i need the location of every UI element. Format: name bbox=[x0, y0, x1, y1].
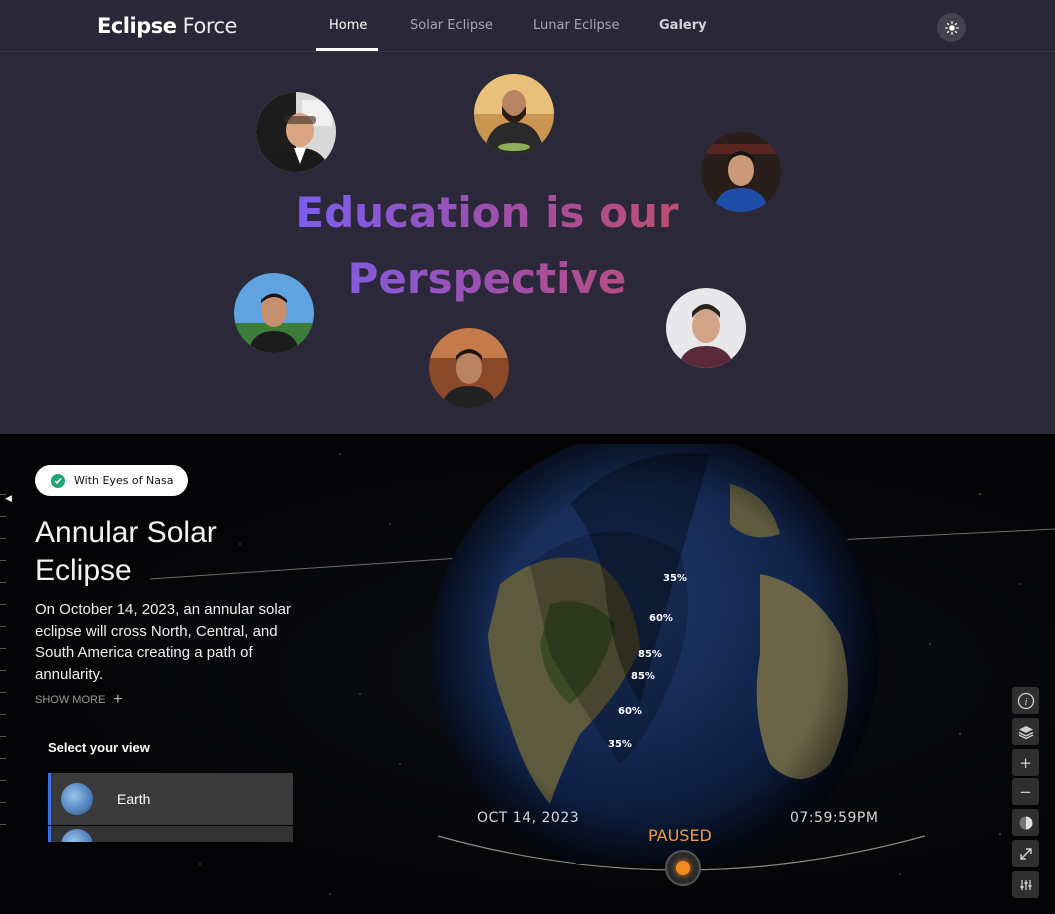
contour-label: 85% bbox=[638, 649, 662, 660]
zoom-in-button[interactable]: + bbox=[1012, 749, 1039, 776]
select-view-heading: Select your view bbox=[48, 740, 150, 755]
layers-button[interactable] bbox=[1012, 718, 1039, 745]
team-avatar bbox=[474, 74, 554, 154]
info-button[interactable]: i bbox=[1012, 687, 1039, 714]
badge-label: With Eyes of Nasa bbox=[74, 474, 174, 487]
view-option-label: Earth bbox=[117, 791, 151, 807]
scrubber-dot bbox=[676, 861, 690, 875]
layers-icon bbox=[1018, 725, 1033, 739]
eclipse-title-line-1: Annular Solar bbox=[35, 516, 217, 549]
sun-icon bbox=[944, 20, 959, 35]
svg-text:i: i bbox=[1024, 697, 1027, 708]
headline-line-1: Education is our bbox=[295, 188, 679, 237]
zoom-out-icon: − bbox=[1019, 782, 1032, 801]
show-more-button[interactable]: SHOW MORE + bbox=[35, 691, 123, 709]
playback-status: PAUSED bbox=[648, 826, 712, 845]
info-icon: i bbox=[1017, 692, 1034, 709]
fullscreen-button[interactable] bbox=[1012, 840, 1039, 867]
contour-label: 60% bbox=[649, 613, 673, 624]
nav-lunar-eclipse[interactable]: Lunar Eclipse bbox=[533, 18, 620, 33]
view-option-earth[interactable]: Earth bbox=[48, 773, 293, 825]
hero-headline: Education is our Perspective bbox=[287, 180, 687, 312]
expand-icon bbox=[1019, 847, 1032, 860]
nasa-badge[interactable]: With Eyes of Nasa bbox=[35, 465, 188, 496]
team-avatar bbox=[701, 132, 781, 212]
zoom-in-icon: + bbox=[1019, 753, 1032, 772]
globe-icon bbox=[61, 783, 93, 815]
nav-solar-eclipse[interactable]: Solar Eclipse bbox=[410, 18, 493, 33]
plus-icon: + bbox=[113, 691, 123, 708]
time-scrubber-handle[interactable] bbox=[665, 850, 701, 886]
team-avatar bbox=[256, 92, 336, 172]
active-nav-indicator bbox=[316, 48, 378, 51]
globe-icon bbox=[61, 829, 93, 842]
nav-galery[interactable]: Galery bbox=[659, 18, 707, 33]
view-option-next[interactable] bbox=[48, 826, 293, 842]
contour-label: 35% bbox=[608, 739, 632, 750]
team-avatar bbox=[429, 328, 509, 408]
team-avatar bbox=[666, 288, 746, 368]
zoom-out-button[interactable]: − bbox=[1012, 778, 1039, 805]
show-more-label: SHOW MORE bbox=[35, 694, 106, 706]
settings-button[interactable] bbox=[1012, 871, 1039, 898]
lighting-button[interactable] bbox=[1012, 809, 1039, 836]
eclipse-viewer: 35% 60% 85% 85% 60% 35% ◀ With Eyes of N… bbox=[0, 434, 1055, 914]
contour-label: 60% bbox=[618, 706, 642, 717]
lighting-icon bbox=[1019, 816, 1032, 829]
settings-icon bbox=[1020, 879, 1031, 890]
contour-label: 35% bbox=[663, 573, 687, 584]
hero-section: Education is our Perspective bbox=[0, 52, 1055, 434]
headline-line-2: Perspective bbox=[347, 254, 627, 303]
theme-toggle-button[interactable] bbox=[937, 13, 966, 42]
collapse-arrow-icon[interactable]: ◀ bbox=[5, 494, 12, 504]
nav-home[interactable]: Home bbox=[329, 18, 367, 33]
check-icon bbox=[51, 473, 65, 488]
time-ruler[interactable] bbox=[0, 494, 10, 834]
viewer-toolbar: i + − bbox=[1012, 687, 1039, 900]
eclipse-description: On October 14, 2023, an annular solar ec… bbox=[35, 601, 291, 683]
date-display: OCT 14, 2023 bbox=[477, 810, 580, 826]
brand-logo[interactable]: Eclipse Force bbox=[97, 14, 237, 38]
eclipse-title: Annular Solar Eclipse bbox=[35, 514, 295, 590]
time-display: 07:59:59PM bbox=[790, 810, 879, 826]
eclipse-title-line-2: Eclipse bbox=[35, 554, 132, 587]
team-avatar bbox=[234, 273, 314, 353]
top-navbar: Eclipse Force Home Solar Eclipse Lunar E… bbox=[0, 0, 1055, 52]
logo-bold-text: Eclipse bbox=[97, 14, 177, 38]
logo-light-text: Force bbox=[182, 14, 238, 38]
contour-label: 85% bbox=[631, 671, 655, 682]
